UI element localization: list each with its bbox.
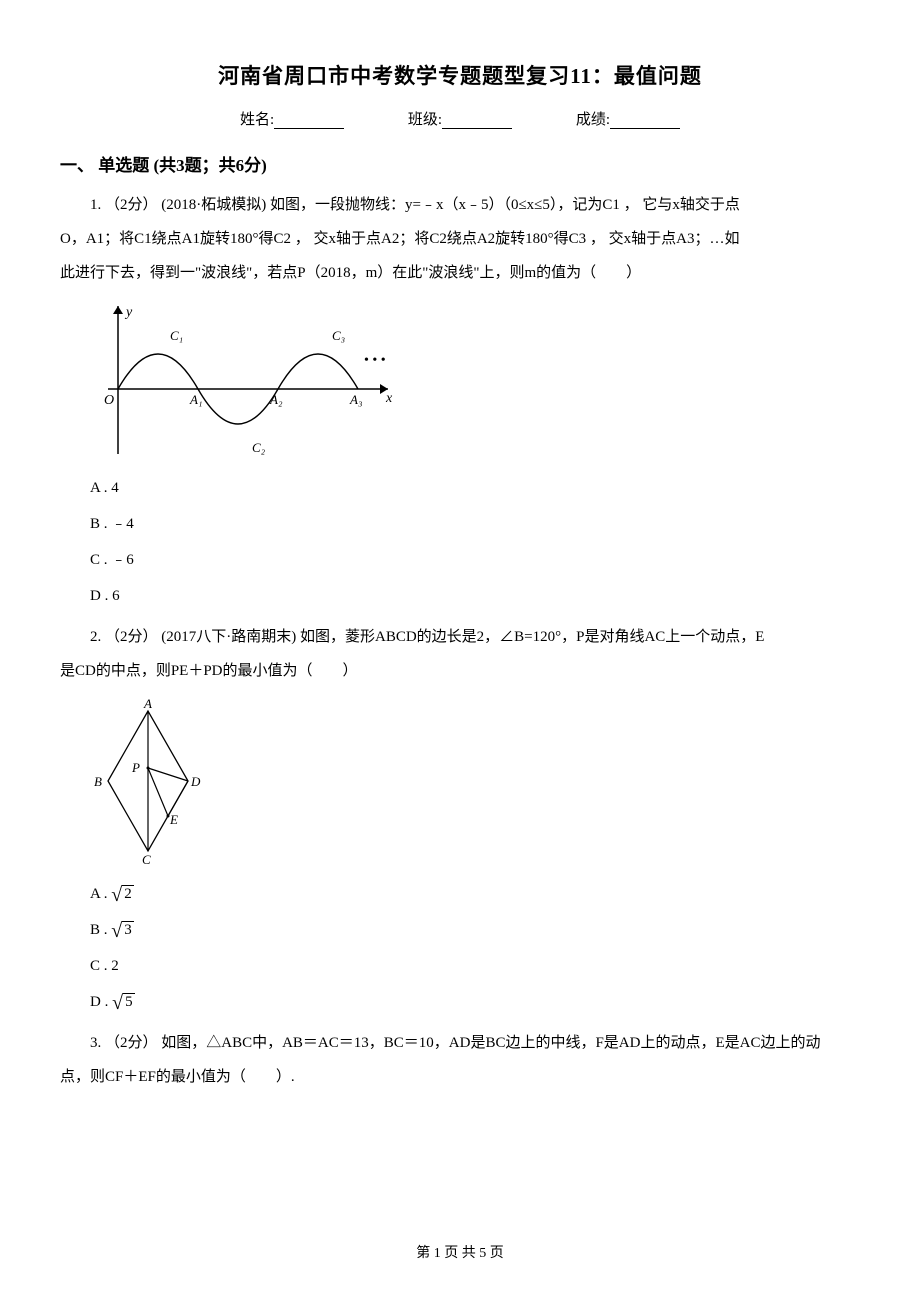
C2-label: C₂ (252, 440, 266, 455)
q3-stem-line2: 点，则CF＋EF的最小值为（ ）. (60, 1062, 860, 1092)
q1-stem-line3: 此进行下去，得到一"波浪线"，若点P（2018，m）在此"波浪线"上，则m的值为… (60, 258, 860, 288)
C1-label: C₁ (170, 328, 183, 343)
q1-option-D: D . 6 (90, 578, 860, 614)
q1-option-A: A . 4 (90, 470, 860, 506)
name-label: 姓名: (240, 112, 274, 128)
q1-stem-line2: O，A1；将C1绕点A1旋转180°得C2 ， 交x轴于点A2；将C2绕点A2旋… (60, 224, 860, 254)
class-blank (442, 113, 512, 129)
C3-label: C₃ (332, 328, 345, 343)
sqrt-icon: √2 (111, 885, 133, 905)
sqrt-icon: √3 (111, 921, 133, 941)
q2-A-val: 2 (122, 885, 134, 903)
q2-option-A: A . √2 (90, 876, 860, 912)
origin-label: O (104, 393, 114, 408)
q2-option-D: D . √5 (90, 984, 860, 1020)
vB: B (94, 774, 102, 789)
axis-y-label: y (124, 305, 133, 320)
sqrt-icon: √5 (112, 993, 134, 1013)
A2-label: A₂ (269, 392, 283, 407)
A1-label: A₁ (189, 392, 202, 407)
q2-A-prefix: A . (90, 886, 111, 902)
class-label: 班级: (408, 112, 442, 128)
vP: P (131, 760, 140, 775)
q2-D-val: 5 (123, 993, 135, 1011)
q3-stem-line1: 3. （2分） 如图，△ABC中，AB＝AC＝13，BC＝10，AD是BC边上的… (60, 1028, 860, 1058)
score-blank (610, 113, 680, 129)
q2-D-prefix: D . (90, 994, 112, 1010)
A3-label: A₃ (349, 392, 362, 407)
q1-option-C: C . ﹣6 (90, 542, 860, 578)
vE: E (169, 812, 178, 827)
q2-figure: A B C D P E (88, 696, 860, 866)
vD: D (190, 774, 201, 789)
q2-B-val: 3 (122, 921, 134, 939)
vC: C (142, 852, 151, 866)
q2-B-prefix: B . (90, 922, 111, 938)
vA: A (143, 696, 152, 711)
dots-label: • • • (364, 353, 386, 368)
q2-stem-line1: 2. （2分） (2017八下·路南期末) 如图，菱形ABCD的边长是2，∠B=… (60, 622, 860, 652)
q1-stem-line1: 1. （2分） (2018·柘城模拟) 如图，一段抛物线：y=﹣x（x﹣5）（0… (60, 190, 860, 220)
q2-option-B: B . √3 (90, 912, 860, 948)
q2-option-C: C . 2 (90, 948, 860, 984)
axis-x-label: x (385, 391, 393, 406)
header-fields: 姓名: 班级: 成绩: (60, 108, 860, 129)
name-blank (274, 113, 344, 129)
q1-figure: y x O A₁ A₂ A₃ C₁ C₂ C₃ • • • (88, 294, 860, 464)
q2-stem-line2: 是CD的中点，则PE＋PD的最小值为（ ） (60, 656, 860, 686)
q1-option-B: B . ﹣4 (90, 506, 860, 542)
page-title: 河南省周口市中考数学专题题型复习11：最值问题 (60, 60, 860, 90)
section-heading: 一、 单选题 (共3题；共6分) (60, 151, 860, 176)
score-label: 成绩: (576, 112, 610, 128)
page-footer: 第 1 页 共 5 页 (0, 1242, 920, 1262)
